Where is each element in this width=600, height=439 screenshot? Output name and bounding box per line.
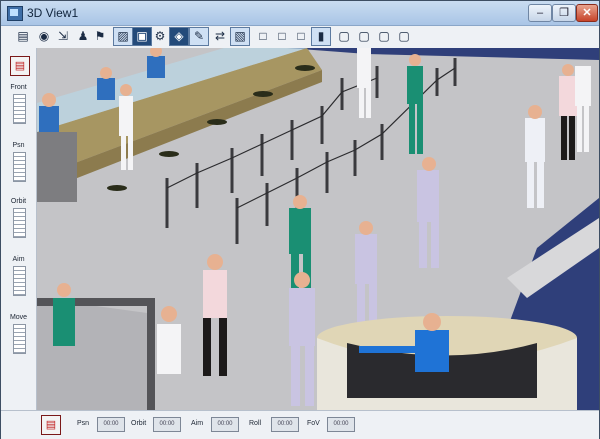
select-icon[interactable]: ▨: [113, 27, 133, 46]
view-table-icon[interactable]: ▤: [14, 28, 32, 45]
aim-field[interactable]: 00:00: [211, 417, 239, 432]
node-icon[interactable]: ▧: [230, 27, 250, 46]
fov-field[interactable]: 00:00: [327, 417, 355, 432]
3d-viewport[interactable]: [37, 48, 599, 410]
close-button[interactable]: ✕: [576, 4, 598, 22]
camera-status-bar: ▤ Psn 00:00 Orbit 00:00 Aim 00:00 Roll 0…: [1, 410, 599, 439]
camera-move-icon[interactable]: ⇲: [54, 28, 72, 45]
cube-b-icon[interactable]: ▢: [355, 28, 373, 45]
cylinder-icon[interactable]: ▮: [311, 27, 331, 46]
box-top-icon[interactable]: □: [292, 28, 310, 45]
walk-icon[interactable]: ⚑: [91, 28, 109, 45]
toolbar: ▤ ◉ ⇲ ♟ ⚑ ▨ ▣ ⚙ ◈ ✎ ⇄ ▧ □ □ □ ▮ ▢ ▢ ▢ ▢: [1, 26, 599, 49]
bottom-roll-label: Roll: [249, 420, 262, 427]
passenger-white-shirt: [119, 84, 133, 170]
cube-c-icon[interactable]: ▢: [375, 28, 393, 45]
restore-button[interactable]: ❐: [552, 4, 576, 22]
minimize-button[interactable]: ‒: [528, 4, 552, 22]
window-title: 3D View1: [27, 6, 79, 20]
aim-label: Aim: [12, 256, 25, 263]
bottom-orbit-label: Orbit: [131, 420, 147, 427]
info-desk: [317, 313, 577, 410]
layer-icon[interactable]: ◈: [169, 27, 189, 46]
front-dial[interactable]: [13, 94, 26, 124]
position-dial[interactable]: [13, 152, 26, 182]
link-icon[interactable]: ⇄: [211, 28, 229, 45]
bottom-psn-label: Psn: [77, 420, 90, 427]
psn-field[interactable]: 00:00: [97, 417, 125, 432]
person-icon[interactable]: ♟: [74, 28, 92, 45]
move-label: Move: [9, 314, 28, 321]
bottom-fov-label: FoV: [307, 420, 320, 427]
box-side-icon[interactable]: □: [273, 28, 291, 45]
robot-icon[interactable]: ⚙: [151, 28, 169, 45]
box-front-icon[interactable]: □: [254, 28, 272, 45]
render-icon[interactable]: ▣: [132, 27, 152, 46]
passenger-green-1: [407, 54, 423, 154]
orbit-label: Orbit: [10, 198, 27, 205]
orbit-field[interactable]: 00:00: [153, 417, 181, 432]
front-label: Front: [10, 84, 27, 91]
bottom-aim-label: Aim: [191, 420, 204, 427]
aim-dial[interactable]: [13, 266, 26, 296]
move-dial[interactable]: [13, 324, 26, 354]
orbit-dial[interactable]: [13, 208, 26, 238]
camera-settings-icon[interactable]: ▤: [10, 56, 30, 76]
scene-canvas: [37, 48, 599, 410]
binoculars-icon[interactable]: ◉: [35, 28, 53, 45]
cube-a-icon[interactable]: ▢: [335, 28, 353, 45]
title-bar[interactable]: 3D View1 ‒ ❐ ✕: [1, 1, 599, 26]
camera-sidebar: ▤ Front Psn Orbit Aim Move: [1, 48, 37, 410]
position-label: Psn: [12, 142, 25, 149]
app-icon: [7, 6, 23, 21]
passenger-white-2: [357, 48, 371, 118]
app-window: 3D View1 ‒ ❐ ✕ ▤ ◉ ⇲ ♟ ⚑ ▨ ▣ ⚙ ◈ ✎ ⇄ ▧ □…: [0, 0, 600, 439]
bottom-camera-icon[interactable]: ▤: [41, 415, 61, 435]
roll-field[interactable]: 00:00: [271, 417, 299, 432]
cube-d-icon[interactable]: ▢: [395, 28, 413, 45]
edit-scene-icon[interactable]: ✎: [189, 27, 209, 46]
